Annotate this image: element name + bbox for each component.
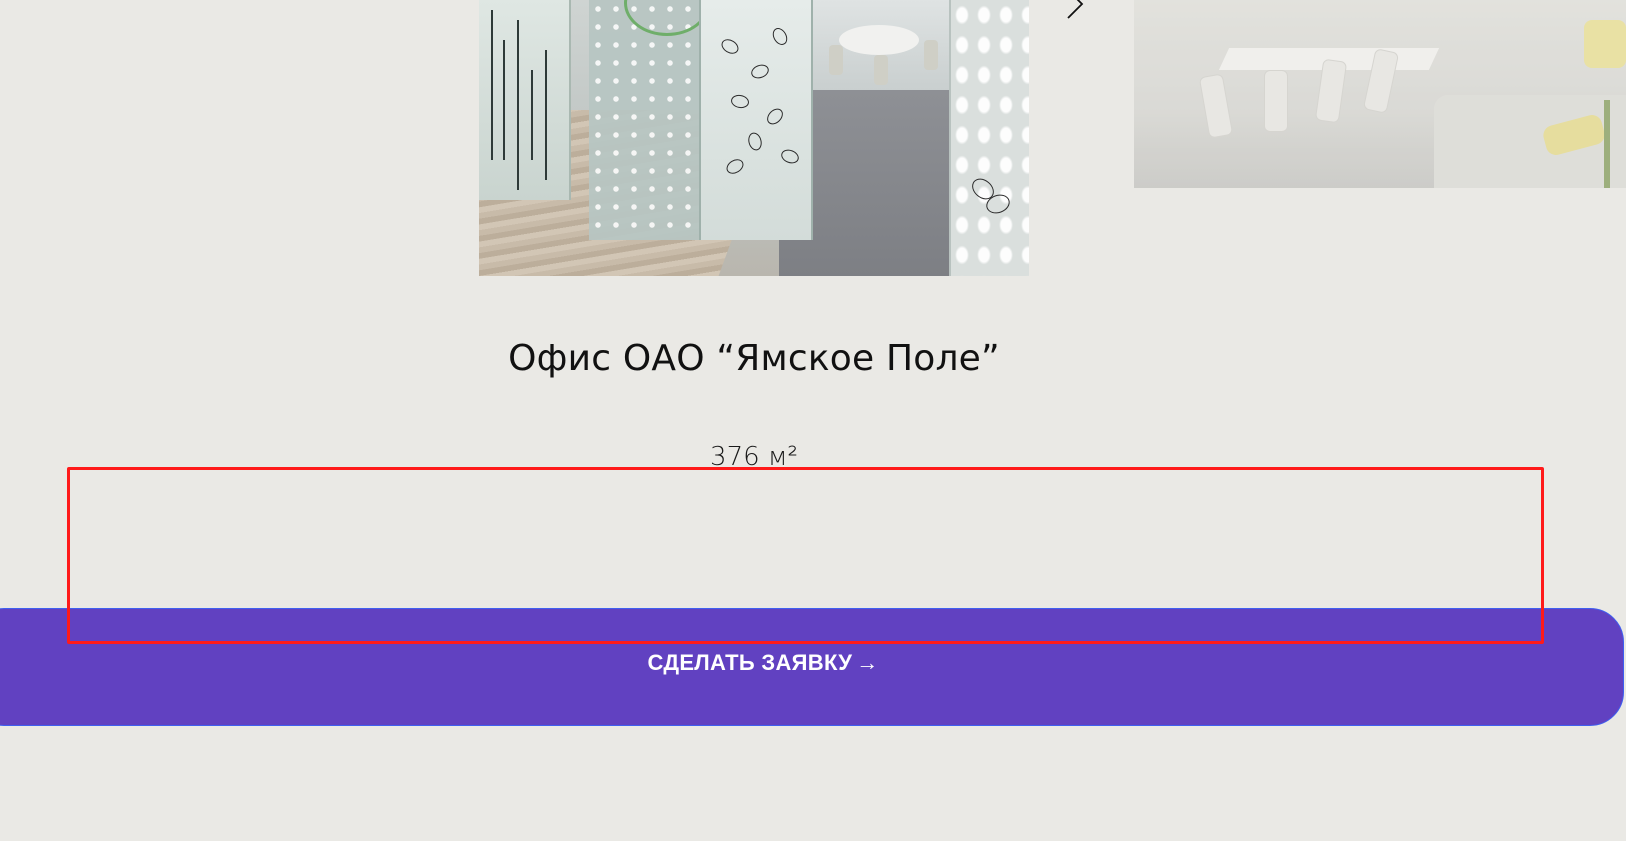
sketch-line xyxy=(545,50,547,180)
coffee-bean-icon xyxy=(764,105,786,128)
project-title: Офис ОАО “Ямское Поле” xyxy=(508,338,1000,379)
sketch-line xyxy=(491,10,493,160)
coffee-bean-icon xyxy=(746,131,764,152)
dining-table xyxy=(839,25,919,55)
chair xyxy=(829,45,843,75)
sketch-line xyxy=(517,20,519,190)
chair xyxy=(924,40,938,70)
coffee-bean-icon xyxy=(779,147,801,166)
dotted-glass-panel xyxy=(589,0,709,240)
frosted-door xyxy=(699,0,813,240)
office-lounge-photo xyxy=(1134,0,1626,188)
coffee-bean-icon xyxy=(769,25,791,48)
coffee-bean-icon xyxy=(723,156,747,177)
city-sketch-glass-panel xyxy=(479,0,571,200)
project-area: 376 м² xyxy=(710,442,798,472)
chevron-right-icon[interactable] xyxy=(1064,0,1086,20)
coffee-bean-icon xyxy=(749,62,771,81)
coffee-bean-icon xyxy=(730,93,750,110)
office-entrance-photo xyxy=(479,0,1029,276)
fade-overlay xyxy=(1134,0,1626,188)
right-frosted-panel xyxy=(949,0,1029,276)
submit-request-button[interactable] xyxy=(0,608,1624,726)
coffee-bean-icon xyxy=(718,36,742,57)
sketch-line xyxy=(531,70,533,160)
chair xyxy=(874,55,888,85)
sketch-line xyxy=(503,40,505,160)
